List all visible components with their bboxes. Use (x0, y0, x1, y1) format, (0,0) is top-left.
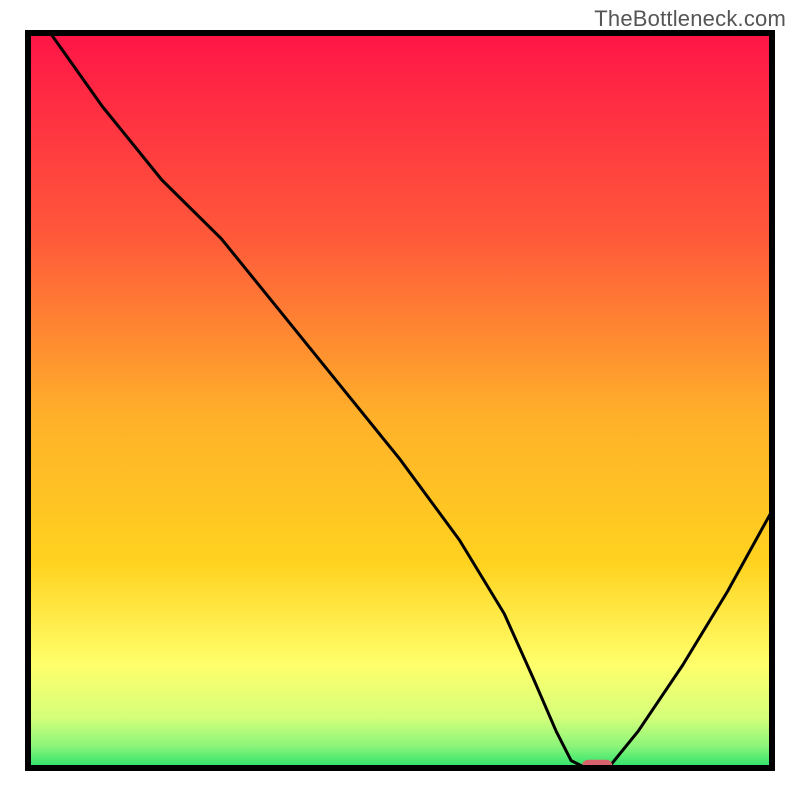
watermark-text: TheBottleneck.com (594, 6, 786, 32)
bottleneck-chart (0, 0, 800, 800)
chart-container: { "watermark": "TheBottleneck.com", "col… (0, 0, 800, 800)
plot-background (28, 33, 772, 768)
